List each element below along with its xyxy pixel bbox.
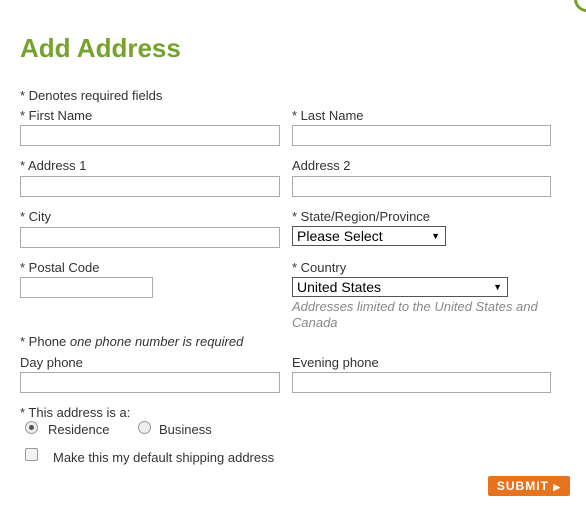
phone-label: * Phone one phone number is required [20,334,243,349]
phone-note: one phone number is required [69,334,244,349]
city-input[interactable] [20,227,280,248]
last-name-input[interactable] [292,125,551,146]
submit-button[interactable]: SUBMIT ▶ [488,476,570,496]
country-select[interactable]: United States ▼ [292,277,508,297]
residence-radio[interactable] [25,421,38,434]
state-value: Please Select [297,228,383,244]
address2-label: Address 2 [292,158,351,173]
state-label: * State/Region/Province [292,209,431,224]
address1-label: * Address 1 [20,158,87,173]
evening-phone-label: Evening phone [292,355,379,370]
submit-label: SUBMIT [496,479,549,493]
default-shipping-label: Make this my default shipping address [53,450,275,465]
day-phone-label: Day phone [20,355,83,370]
required-note: * Denotes required fields [20,88,163,103]
dropdown-arrow-icon: ▼ [493,282,502,292]
play-arrow-icon: ▶ [553,482,562,492]
country-note: Addresses limited to the United States a… [292,299,538,330]
evening-phone-input[interactable] [292,372,551,393]
residence-label: Residence [48,422,110,437]
phone-label-text: * Phone [20,334,67,349]
postal-code-input[interactable] [20,277,153,298]
postal-code-label: * Postal Code [20,260,100,275]
decorative-corner [574,0,586,12]
country-label: * Country [292,260,347,275]
business-radio[interactable] [138,421,151,434]
address-type-label: * This address is a: [20,405,131,420]
state-select[interactable]: Please Select ▼ [292,226,446,246]
city-label: * City [20,209,52,224]
last-name-label: * Last Name [292,108,364,123]
first-name-label: * First Name [20,108,93,123]
business-label: Business [159,422,212,437]
country-value: United States [297,279,382,295]
page-title: Add Address [20,33,181,63]
default-shipping-checkbox[interactable] [25,448,38,461]
dropdown-arrow-icon: ▼ [431,231,440,241]
first-name-input[interactable] [20,125,280,146]
day-phone-input[interactable] [20,372,280,393]
address1-input[interactable] [20,176,280,197]
address2-input[interactable] [292,176,551,197]
